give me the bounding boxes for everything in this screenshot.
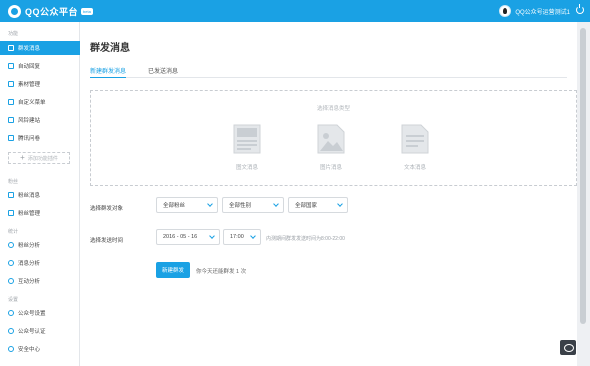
feedback-chat-icon[interactable] — [560, 340, 576, 355]
sidebar-item-label: 自定义菜单 — [18, 100, 46, 106]
page-title: 群发消息 — [90, 43, 130, 54]
main-panel: 群发消息 新建群发消息 已发送消息 选择消息类型 图文消息 图片消息 文本消息 … — [80, 22, 577, 366]
account-menu[interactable]: QQ公众号运营测试1 — [499, 4, 570, 18]
message-type-news[interactable]: 图文消息 — [227, 124, 267, 171]
fans-select[interactable]: 全部粉丝 — [156, 197, 218, 213]
sidebar: 功能 群发消息 自动回复 素材管理 自定义菜单 风铃建站 腾讯问卷 + 添加功能… — [0, 22, 80, 366]
site-builder-icon — [8, 117, 14, 123]
auto-reply-icon — [8, 63, 14, 69]
brand[interactable]: QQ公众平台 beta — [8, 4, 93, 18]
message-type-label: 图片消息 — [319, 165, 342, 171]
quota-text: 你今天还能群发 1 次 — [196, 269, 247, 275]
fan-manage-icon — [8, 210, 14, 216]
date-value: 2016 - 05 - 16 — [163, 234, 198, 240]
sidebar-item-label: 自动回复 — [18, 64, 41, 70]
broadcast-icon — [8, 45, 14, 51]
sidebar-item-label: 粉丝消息 — [18, 193, 41, 199]
message-type-text[interactable]: 文本消息 — [395, 124, 435, 171]
security-icon — [8, 346, 14, 352]
sidebar-item-label: 公众号设置 — [18, 311, 46, 317]
sidebar-item-label: 安全中心 — [18, 347, 41, 353]
chevron-down-icon — [273, 201, 279, 207]
sidebar-item-label: 粉丝分析 — [18, 243, 41, 249]
qq-logo-icon — [8, 4, 21, 18]
sidebar-item-interaction-analysis[interactable]: 互动分析 — [0, 274, 80, 288]
sidebar-item-material[interactable]: 素材管理 — [0, 77, 80, 91]
logout-icon[interactable] — [576, 4, 584, 14]
message-type-label: 选择消息类型 — [316, 106, 350, 112]
sidebar-group-title: 粉丝 — [8, 179, 19, 185]
sidebar-item-label: 群发消息 — [18, 46, 41, 52]
time-hint: 内测期间群发发送时间为8:00-22:00 — [266, 236, 345, 242]
avatar[interactable] — [499, 5, 512, 17]
target-label: 选择群发对象 — [90, 206, 124, 212]
message-type-image[interactable]: 图片消息 — [311, 124, 351, 171]
country-select[interactable]: 全部国家 — [288, 197, 348, 213]
sidebar-item-site-builder[interactable]: 风铃建站 — [0, 113, 80, 127]
interaction-analysis-icon — [8, 278, 14, 284]
sidebar-item-broadcast[interactable]: 群发消息 — [0, 41, 80, 55]
account-settings-icon — [8, 310, 14, 316]
custom-menu-icon — [8, 99, 14, 105]
scrollbar[interactable] — [580, 28, 586, 324]
sidebar-item-message-analysis[interactable]: 消息分析 — [0, 256, 80, 270]
verification-icon — [8, 328, 14, 334]
hour-value: 17:00 — [230, 234, 244, 240]
sidebar-group-title: 统计 — [8, 229, 19, 235]
chevron-down-icon — [250, 233, 256, 239]
sidebar-group-title: 功能 — [8, 31, 19, 37]
sidebar-item-custom-menu[interactable]: 自定义菜单 — [0, 95, 80, 109]
brand-title: QQ公众平台 — [25, 6, 79, 17]
sidebar-item-label: 腾讯问卷 — [18, 136, 41, 142]
sidebar-item-security[interactable]: 安全中心 — [0, 342, 80, 356]
image-icon — [317, 124, 345, 154]
sidebar-group-title: 设置 — [8, 297, 19, 303]
gender-select-value: 全部性别 — [229, 203, 252, 209]
country-select-value: 全部国家 — [295, 203, 318, 209]
chevron-down-icon — [209, 233, 215, 239]
fan-message-icon — [8, 192, 14, 198]
sidebar-item-survey[interactable]: 腾讯问卷 — [0, 131, 80, 145]
news-icon — [233, 124, 261, 154]
add-plugin-label: 添加功能插件 — [27, 155, 58, 162]
sidebar-item-label: 消息分析 — [18, 261, 41, 267]
time-label: 选择发送时间 — [90, 238, 124, 244]
message-analysis-icon — [8, 260, 14, 266]
text-icon — [401, 124, 429, 154]
create-broadcast-button[interactable]: 新建群发 — [156, 262, 190, 278]
message-type-label: 图文消息 — [235, 165, 258, 171]
survey-icon — [8, 135, 14, 141]
top-bar: QQ公众平台 beta QQ公众号运营测试1 — [0, 0, 590, 22]
tab-new-broadcast[interactable]: 新建群发消息 — [90, 66, 127, 78]
sidebar-item-auto-reply[interactable]: 自动回复 — [0, 59, 80, 73]
fans-select-value: 全部粉丝 — [163, 203, 186, 209]
sidebar-item-label: 公众号认证 — [18, 329, 46, 335]
plus-icon: + — [20, 153, 25, 162]
sidebar-item-account-settings[interactable]: 公众号设置 — [0, 306, 80, 320]
sidebar-item-fan-analysis[interactable]: 粉丝分析 — [0, 238, 80, 252]
sidebar-item-label: 互动分析 — [18, 279, 41, 285]
sidebar-item-label: 粉丝管理 — [18, 211, 41, 217]
sidebar-item-fan-manage[interactable]: 粉丝管理 — [0, 206, 80, 220]
material-icon — [8, 81, 14, 87]
chevron-down-icon — [207, 201, 213, 207]
beta-badge: beta — [81, 7, 93, 15]
sidebar-item-label: 风铃建站 — [18, 118, 41, 124]
message-type-box: 选择消息类型 图文消息 图片消息 文本消息 — [90, 90, 577, 186]
fan-analysis-icon — [8, 242, 14, 248]
gender-select[interactable]: 全部性别 — [222, 197, 284, 213]
message-type-label: 文本消息 — [403, 165, 426, 171]
add-plugin-button[interactable]: + 添加功能插件 — [8, 152, 70, 164]
sidebar-item-fan-message[interactable]: 粉丝消息 — [0, 188, 80, 202]
sidebar-item-verification[interactable]: 公众号认证 — [0, 324, 80, 338]
date-picker[interactable]: 2016 - 05 - 16 — [156, 229, 220, 245]
tab-sent-messages[interactable]: 已发送消息 — [148, 66, 178, 78]
hour-select[interactable]: 17:00 — [223, 229, 261, 245]
tab-bar: 新建群发消息 已发送消息 — [90, 66, 567, 78]
account-name[interactable]: QQ公众号运营测试1 — [515, 7, 570, 16]
chevron-down-icon — [337, 201, 343, 207]
sidebar-item-label: 素材管理 — [18, 82, 41, 88]
